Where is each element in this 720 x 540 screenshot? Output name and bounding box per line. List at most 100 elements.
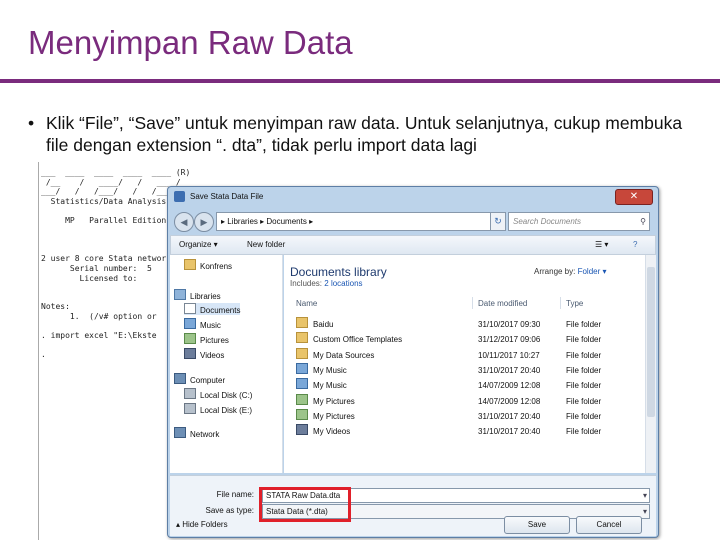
file-type-cell: File folder <box>566 365 602 375</box>
column-name[interactable]: Name <box>296 299 317 308</box>
disk-icon <box>184 403 196 414</box>
file-date-cell: 31/10/2017 20:40 <box>478 411 541 421</box>
help-icon[interactable]: ? <box>633 240 637 249</box>
stata-output-line: ___ ____ ____ ____ ____ (R) <box>41 168 191 177</box>
column-type[interactable]: Type <box>566 299 583 308</box>
nav-item-label: Network <box>190 430 220 439</box>
file-row[interactable]: My Pictures 14/07/2009 12:08 File folder <box>290 393 646 409</box>
arrange-label: Arrange by: <box>534 267 576 276</box>
nav-item-local-disk-e[interactable]: Local Disk (E:) <box>184 403 252 415</box>
toolbar: Organize ▾ New folder ☰ ▾ ? <box>170 235 656 255</box>
search-input[interactable]: Search Documents ⚲ <box>508 212 650 231</box>
stata-output-line: /__ / ____/ / ____/ <box>41 177 181 187</box>
stata-output-line: 1. (/v# option or <box>41 312 157 321</box>
cancel-button[interactable]: Cancel <box>576 516 642 534</box>
nav-item-label: Local Disk (C:) <box>200 391 253 400</box>
save-button[interactable]: Save <box>504 516 570 534</box>
nav-item-computer[interactable]: Computer <box>174 373 225 385</box>
file-row[interactable]: My Music 31/10/2017 20:40 File folder <box>290 362 646 378</box>
new-folder-button[interactable]: New folder <box>247 240 285 249</box>
nav-item-network[interactable]: Network <box>174 427 219 439</box>
pc-icon <box>174 427 186 438</box>
view-options-button[interactable]: ☰ ▾ <box>595 240 608 249</box>
file-name-text: Baidu <box>313 320 334 329</box>
vid-icon <box>296 424 308 436</box>
bullet-point: • Klik “File”, “Save” untuk menyimpan ra… <box>28 112 704 156</box>
locations-link[interactable]: 2 locations <box>324 279 362 288</box>
nav-item-konfrens[interactable]: Konfrens <box>184 259 232 271</box>
file-name-text: My Pictures <box>313 411 355 421</box>
refresh-button[interactable]: ↻ <box>490 212 506 231</box>
nav-item-music[interactable]: Music <box>184 318 221 330</box>
file-date-cell: 31/12/2017 09:06 <box>478 335 541 345</box>
pic-icon <box>296 393 308 405</box>
close-button[interactable]: ✕ <box>615 189 653 205</box>
note-icon <box>296 378 308 390</box>
folder-icon <box>296 317 308 328</box>
library-includes: Includes: 2 locations <box>290 279 363 288</box>
arrange-dropdown[interactable]: Folder ▾ <box>578 267 607 276</box>
file-list-pane: Documents library Includes: 2 locations … <box>284 255 656 473</box>
stata-output-line: Licensed to: <box>41 273 147 283</box>
hide-folders-button[interactable]: ▴ Hide Folders <box>176 520 228 529</box>
file-row[interactable]: My Data Sources 10/11/2017 10:27 File fold… <box>290 347 646 363</box>
file-type-cell: File folder <box>566 335 602 345</box>
address-bar[interactable]: ▸ Libraries ▸ Documents ▸ <box>216 212 496 231</box>
file-name-cell: My Music <box>296 362 347 378</box>
file-row[interactable]: My Pictures 31/10/2017 20:40 File folder <box>290 408 646 424</box>
file-date-cell: 14/07/2009 12:08 <box>478 396 541 406</box>
note-icon <box>184 318 196 329</box>
stata-output-line: 2 user 8 core Stata network <box>41 254 172 264</box>
file-name-cell: My Music <box>296 378 347 393</box>
organize-menu[interactable]: Organize ▾ <box>179 240 218 249</box>
scrollbar[interactable] <box>645 255 656 473</box>
folder-icon <box>296 332 308 344</box>
includes-label: Includes: <box>290 279 323 288</box>
file-row[interactable]: Baidu 31/10/2017 09:30 File folder <box>290 317 646 332</box>
column-date-modified[interactable]: Date modified <box>478 299 527 308</box>
nav-item-label: Local Disk (E:) <box>200 406 253 415</box>
nav-item-pictures[interactable]: Pictures <box>184 333 229 345</box>
file-name-cell: My Data Sources <box>296 347 375 363</box>
file-name-cell: Custom Office Templates <box>296 332 402 347</box>
disk-icon <box>184 388 196 399</box>
nav-item-local-disk-c[interactable]: Local Disk (C:) <box>184 388 252 400</box>
search-icon: ⚲ <box>640 217 646 226</box>
column-divider <box>472 297 473 309</box>
screenshot: ___ ____ ____ ____ ____ (R) /__ / ____/ … <box>38 162 669 540</box>
nav-item-label: Videos <box>200 351 225 360</box>
nav-item-videos[interactable]: Videos <box>184 348 224 360</box>
stata-output-line: Serial number: 5 <box>41 264 152 273</box>
stata-output-line: . <box>41 350 46 360</box>
forward-button[interactable]: ▶ <box>194 212 214 232</box>
save-options-panel: File name: STATA Raw Data.dta ▾ Save as t… <box>170 475 656 536</box>
nav-item-libraries[interactable]: Libraries <box>174 289 221 301</box>
dialog-titlebar: Save Stata Data File ✕ <box>168 187 658 207</box>
lib-icon <box>174 289 186 300</box>
file-date-cell: 31/10/2017 09:30 <box>478 320 541 329</box>
scroll-thumb[interactable] <box>647 267 655 417</box>
file-type-cell: File folder <box>566 381 602 391</box>
back-button[interactable]: ◀ <box>174 212 194 232</box>
nav-item-documents[interactable]: Documents <box>184 303 241 315</box>
file-date-cell: 14/07/2009 12:08 <box>478 381 541 391</box>
title-rule <box>0 79 720 83</box>
breadcrumb: ▸ Libraries ▸ Documents ▸ <box>221 217 314 226</box>
stata-output-line: Statistics/Data Analysis <box>41 196 167 206</box>
nav-item-label: Computer <box>190 376 226 385</box>
stata-output-line: ___/ / /___/ / /___/ <box>41 187 176 197</box>
pic-icon <box>296 408 308 420</box>
note-icon <box>296 362 308 374</box>
nav-item-label: Pictures <box>200 336 229 345</box>
nav-item-label: Music <box>200 321 221 330</box>
file-name-cell: My Pictures <box>296 393 355 409</box>
file-date-cell: 31/10/2017 20:40 <box>478 427 541 437</box>
file-row[interactable]: My Videos 31/10/2017 20:40 File folder <box>290 424 646 439</box>
save-type-label: Save as type: <box>205 506 254 515</box>
nav-item-label: Documents <box>200 306 241 315</box>
file-row[interactable]: My Music 14/07/2009 12:08 File folder <box>290 378 646 393</box>
file-row[interactable]: Custom Office Templates 31/12/2017 09:06 F… <box>290 332 646 347</box>
file-name-text: My Data Sources <box>313 350 375 360</box>
chevron-down-icon: ▾ <box>642 507 647 516</box>
save-dialog: Save Stata Data File ✕ ◀ ▶ ▸ Libraries ▸… <box>167 186 659 538</box>
